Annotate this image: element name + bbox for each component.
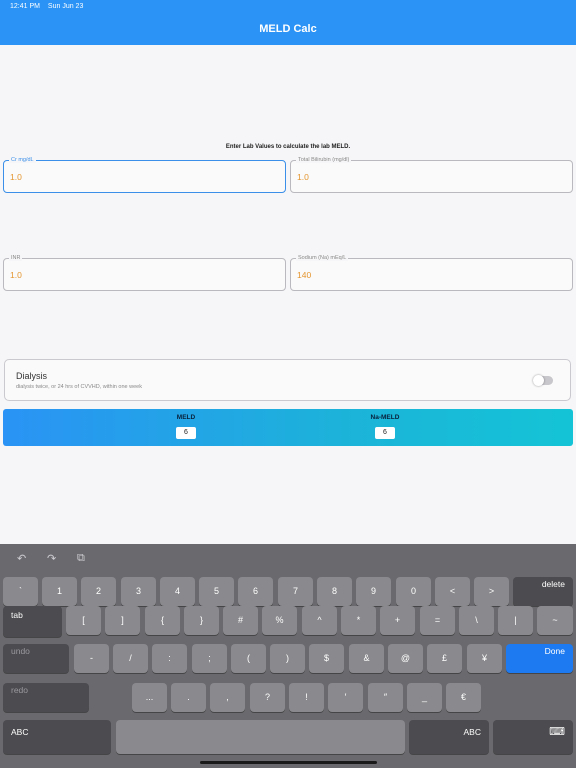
cr-value[interactable]: 1.0 — [10, 172, 263, 182]
na-meld-label: Na-MELD — [370, 414, 400, 421]
key-4[interactable]: 4 — [160, 577, 195, 606]
done-key[interactable]: Done — [506, 644, 573, 673]
key-euro[interactable]: € — [446, 683, 481, 712]
content-area — [0, 45, 576, 544]
meld-label: MELD — [176, 414, 196, 421]
bilirubin-field[interactable]: Total Bilirubin (mg/dl) 1.0 — [290, 157, 573, 193]
sodium-field[interactable]: Sodium (Na) mEq/L 140 — [290, 255, 573, 291]
results-bar: MELD 6 Na-MELD 6 — [3, 409, 573, 446]
undo-icon[interactable]: ↶ — [17, 552, 26, 565]
inr-label: INR — [9, 255, 23, 261]
key-comma[interactable]: , — [210, 683, 245, 712]
abc-key-left-label: ABC — [11, 727, 29, 737]
key-hash[interactable]: # — [223, 606, 258, 635]
undo-key[interactable]: undo — [3, 644, 69, 673]
key-period[interactable]: . — [171, 683, 206, 712]
key-single-prime[interactable]: ′ — [328, 683, 363, 712]
key-dollar[interactable]: $ — [309, 644, 344, 673]
key-exclamation[interactable]: ! — [289, 683, 324, 712]
instructions-text: Enter Lab Values to calculate the lab ME… — [225, 144, 351, 150]
key-pound[interactable]: £ — [427, 644, 462, 673]
key-yen[interactable]: ¥ — [467, 644, 502, 673]
key-minus[interactable]: - — [74, 644, 109, 673]
key-close-paren[interactable]: ) — [270, 644, 305, 673]
key-close-bracket[interactable]: ] — [105, 606, 140, 635]
nav-bar: MELD Calc — [0, 14, 576, 45]
key-less-than[interactable]: < — [435, 577, 470, 606]
key-2[interactable]: 2 — [81, 577, 116, 606]
key-1[interactable]: 1 — [42, 577, 77, 606]
key-semicolon[interactable]: ; — [192, 644, 227, 673]
key-tilde[interactable]: ~ — [537, 606, 573, 635]
done-key-label: Done — [544, 646, 565, 656]
key-5[interactable]: 5 — [199, 577, 234, 606]
inr-value[interactable]: 1.0 — [10, 270, 263, 280]
key-slash[interactable]: / — [113, 644, 148, 673]
key-at[interactable]: @ — [388, 644, 423, 673]
key-close-brace[interactable]: } — [184, 606, 219, 635]
inr-field[interactable]: INR 1.0 — [3, 255, 286, 291]
key-underscore[interactable]: _ — [407, 683, 442, 712]
abc-key-left[interactable]: ABC — [3, 720, 111, 754]
key-caret[interactable]: ^ — [302, 606, 337, 635]
status-time: 12:41 PM — [10, 3, 40, 10]
key-question[interactable]: ? — [250, 683, 285, 712]
key-percent[interactable]: % — [262, 606, 297, 635]
abc-key-right[interactable]: ABC — [409, 720, 489, 754]
key-6[interactable]: 6 — [238, 577, 273, 606]
key-greater-than[interactable]: > — [474, 577, 509, 606]
key-3[interactable]: 3 — [121, 577, 156, 606]
home-indicator — [200, 761, 377, 764]
redo-key[interactable]: redo — [3, 683, 89, 712]
bilirubin-label: Total Bilirubin (mg/dl) — [296, 157, 352, 163]
na-meld-value: 6 — [375, 427, 395, 439]
meld-result: MELD 6 — [156, 414, 216, 439]
status-date: Sun Jun 23 — [47, 3, 84, 10]
dialysis-toggle[interactable] — [533, 375, 553, 386]
tab-key-label: tab — [11, 610, 23, 620]
hide-keyboard-key[interactable]: ⌨ — [493, 720, 573, 754]
key-pipe[interactable]: | — [498, 606, 533, 635]
keyboard: ↶ ↷ ⧉ ` 1 2 3 4 5 6 7 8 9 0 < > delete t… — [0, 544, 576, 768]
paste-icon[interactable]: ⧉ — [77, 552, 85, 565]
page-title: MELD Calc — [259, 23, 317, 35]
dialysis-row: Dialysis dialysis twice, or 24 hrs of CV… — [4, 359, 571, 401]
key-open-paren[interactable]: ( — [231, 644, 266, 673]
key-ampersand[interactable]: & — [349, 644, 384, 673]
redo-key-label: redo — [11, 685, 29, 695]
cr-label: Cr mg/dL — [9, 157, 36, 163]
status-bar: 12:41 PM Sun Jun 23 — [0, 0, 576, 14]
dialysis-subtitle: dialysis twice, or 24 hrs of CVVHD, with… — [16, 384, 142, 390]
key-open-brace[interactable]: { — [145, 606, 180, 635]
key-plus[interactable]: + — [380, 606, 415, 635]
delete-key-label: delete — [541, 579, 565, 589]
redo-icon[interactable]: ↷ — [47, 552, 56, 565]
undo-key-label: undo — [11, 646, 30, 656]
sodium-value[interactable]: 140 — [297, 270, 550, 280]
delete-key[interactable]: delete — [513, 577, 573, 606]
toggle-knob — [533, 375, 544, 386]
cr-field[interactable]: Cr mg/dL 1.0 — [3, 157, 286, 193]
space-bar[interactable] — [116, 720, 405, 754]
key-9[interactable]: 9 — [356, 577, 391, 606]
keyboard-dismiss-icon: ⌨ — [549, 726, 565, 738]
key-open-bracket[interactable]: [ — [66, 606, 101, 635]
bilirubin-value[interactable]: 1.0 — [297, 172, 550, 182]
key-asterisk[interactable]: * — [341, 606, 376, 635]
tab-key[interactable]: tab — [3, 606, 62, 637]
meld-value: 6 — [176, 427, 196, 439]
abc-key-right-label: ABC — [463, 727, 481, 737]
key-backslash[interactable]: \ — [459, 606, 494, 635]
key-0[interactable]: 0 — [396, 577, 431, 606]
sodium-label: Sodium (Na) mEq/L — [296, 255, 349, 261]
key-colon[interactable]: : — [152, 644, 187, 673]
na-meld-result: Na-MELD 6 — [355, 414, 415, 439]
key-ellipsis[interactable]: ... — [132, 683, 167, 712]
key-7[interactable]: 7 — [278, 577, 313, 606]
key-double-prime[interactable]: ″ — [368, 683, 403, 712]
key-equals[interactable]: = — [420, 606, 455, 635]
key-8[interactable]: 8 — [317, 577, 352, 606]
dialysis-title: Dialysis — [16, 371, 48, 381]
keyboard-toolbar: ↶ ↷ ⧉ — [0, 544, 576, 574]
